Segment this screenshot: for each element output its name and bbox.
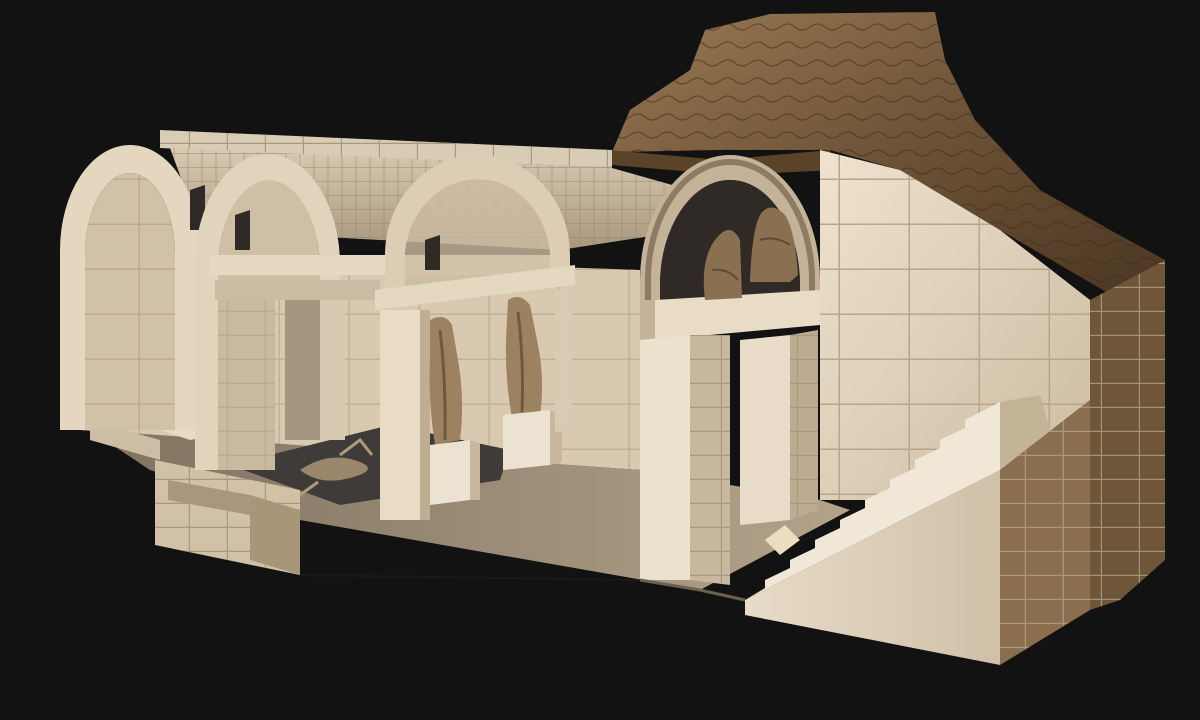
tomb-cutaway-scene bbox=[0, 0, 1200, 720]
chamber-1-arch bbox=[60, 145, 205, 430]
doorway-1 bbox=[285, 300, 320, 440]
